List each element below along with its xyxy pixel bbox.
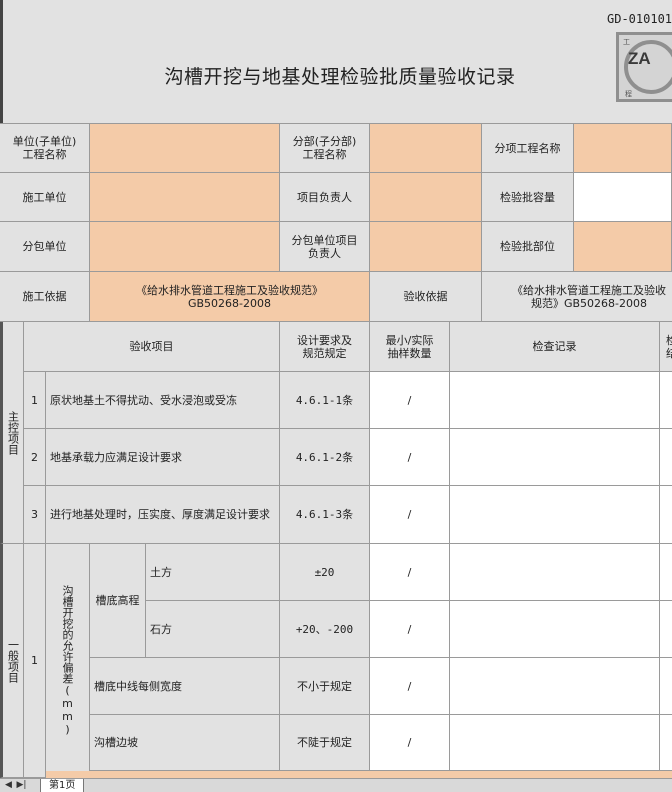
- centerline-label: 槽底中线每侧宽度: [90, 658, 280, 715]
- slope-record[interactable]: [450, 715, 660, 771]
- next-row-strip: [46, 771, 672, 778]
- acceptance-basis-label: 验收依据: [370, 272, 482, 322]
- earth-record[interactable]: [450, 544, 660, 601]
- slope-label: 沟槽边坡: [90, 715, 280, 771]
- main-item-spec: 4.6.1-2条: [280, 429, 370, 486]
- main-item-sample[interactable]: /: [370, 486, 450, 544]
- main-item-text: 地基承载力应满足设计要求: [46, 429, 280, 486]
- earth-label: 土方: [146, 544, 280, 601]
- unit-value-cell[interactable]: [90, 123, 280, 173]
- frame-left-bar: [0, 0, 3, 123]
- logo-stamp: 工 ZA 程: [616, 32, 672, 102]
- rock-label: 石方: [146, 601, 280, 658]
- doc-code: GD-010101: [607, 12, 672, 26]
- general-label: 一般项目: [6, 638, 20, 683]
- capacity-label: 检验批容量: [482, 173, 574, 222]
- centerline-spec: 不小于规定: [280, 658, 370, 715]
- logo-top-char: 工: [623, 38, 630, 46]
- centerline-sample[interactable]: /: [370, 658, 450, 715]
- general-group-label: 沟槽开挖的允许偏差(mm): [61, 585, 74, 736]
- sheet-tab-bar: ◀ ▶| 第1页: [0, 778, 672, 792]
- col-design-header: 设计要求及 规范规定: [280, 322, 370, 372]
- slope-spec: 不陡于规定: [280, 715, 370, 771]
- main-item-result[interactable]: [660, 486, 672, 544]
- contractor-value-cell[interactable]: [90, 173, 280, 222]
- main-item-text: 进行地基处理时，压实度、厚度满足设计要求: [46, 486, 280, 544]
- general-group-cell: 沟槽开挖的允许偏差(mm): [46, 544, 90, 778]
- main-item-result[interactable]: [660, 429, 672, 486]
- main-item-no: 2: [24, 429, 46, 486]
- main-item-sample[interactable]: /: [370, 429, 450, 486]
- location-label: 检验批部位: [482, 222, 574, 272]
- main-item-record[interactable]: [450, 372, 660, 429]
- main-item-text: 原状地基土不得扰动、受水浸泡或受冻: [46, 372, 280, 429]
- sub-pm-label: 分包单位项目 负责人: [280, 222, 370, 272]
- rock-spec: +20、-200: [280, 601, 370, 658]
- scroll-first-sheet-icon[interactable]: ◀: [2, 780, 15, 791]
- main-item-spec: 4.6.1-1条: [280, 372, 370, 429]
- main-item-sample[interactable]: /: [370, 372, 450, 429]
- contractor-label: 施工单位: [0, 173, 90, 222]
- division-value-cell[interactable]: [370, 123, 482, 173]
- sheet-tab-1[interactable]: 第1页: [40, 779, 85, 792]
- col-result-header: 检查 结果: [660, 322, 672, 372]
- main-item-no: 3: [24, 486, 46, 544]
- slope-sample[interactable]: /: [370, 715, 450, 771]
- logo-text: ZA: [628, 49, 651, 68]
- main-item-no: 1: [24, 372, 46, 429]
- rock-sample[interactable]: /: [370, 601, 450, 658]
- subcontractor-value-cell[interactable]: [90, 222, 280, 272]
- earth-spec: ±20: [280, 544, 370, 601]
- subitem-label: 分项工程名称: [482, 123, 574, 173]
- main-item-spec: 4.6.1-3条: [280, 486, 370, 544]
- slope-result[interactable]: [660, 715, 672, 771]
- capacity-value-cell[interactable]: [574, 173, 672, 222]
- rock-record[interactable]: [450, 601, 660, 658]
- earth-sample[interactable]: /: [370, 544, 450, 601]
- basis-label: 施工依据: [0, 272, 90, 322]
- col-sample-header: 最小/实际 抽样数量: [370, 322, 450, 372]
- centerline-result[interactable]: [660, 658, 672, 715]
- division-label: 分部(子分部) 工程名称: [280, 123, 370, 173]
- rock-result[interactable]: [660, 601, 672, 658]
- basis-value: 《给水排水管道工程施工及验收规范》 GB50268-2008: [90, 272, 370, 322]
- pm-label: 项目负责人: [280, 173, 370, 222]
- main-item-record[interactable]: [450, 429, 660, 486]
- pm-value-cell[interactable]: [370, 173, 482, 222]
- col-record-header: 检查记录: [450, 322, 660, 372]
- main-item-record[interactable]: [450, 486, 660, 544]
- unit-label: 单位(子单位) 工程名称: [0, 123, 90, 173]
- sub-pm-value-cell[interactable]: [370, 222, 482, 272]
- location-value-cell[interactable]: [574, 222, 672, 272]
- subcontractor-label: 分包单位: [0, 222, 90, 272]
- bottom-elev-label: 槽底高程: [90, 544, 146, 658]
- scroll-last-sheet-icon[interactable]: ▶|: [15, 780, 28, 791]
- general-section: 一般项目: [0, 544, 24, 778]
- general-item-no: 1: [24, 544, 46, 778]
- subitem-value-cell[interactable]: [574, 123, 672, 173]
- main-control-section: 主控项目: [0, 322, 24, 544]
- centerline-record[interactable]: [450, 658, 660, 715]
- main-item-result[interactable]: [660, 372, 672, 429]
- doc-title: 沟槽开挖与地基处理检验批质量验收记录: [164, 66, 516, 88]
- col-item-header: 验收项目: [24, 322, 280, 372]
- earth-result[interactable]: [660, 544, 672, 601]
- acceptance-basis-value: 《给水排水管道工程施工及验收 规范》GB50268-2008: [482, 272, 672, 322]
- main-control-label: 主控项目: [6, 410, 20, 455]
- worksheet: GD-010101 沟槽开挖与地基处理检验批质量验收记录 工 ZA 程 单位(子…: [0, 0, 672, 778]
- logo-bottom-char: 程: [625, 90, 632, 98]
